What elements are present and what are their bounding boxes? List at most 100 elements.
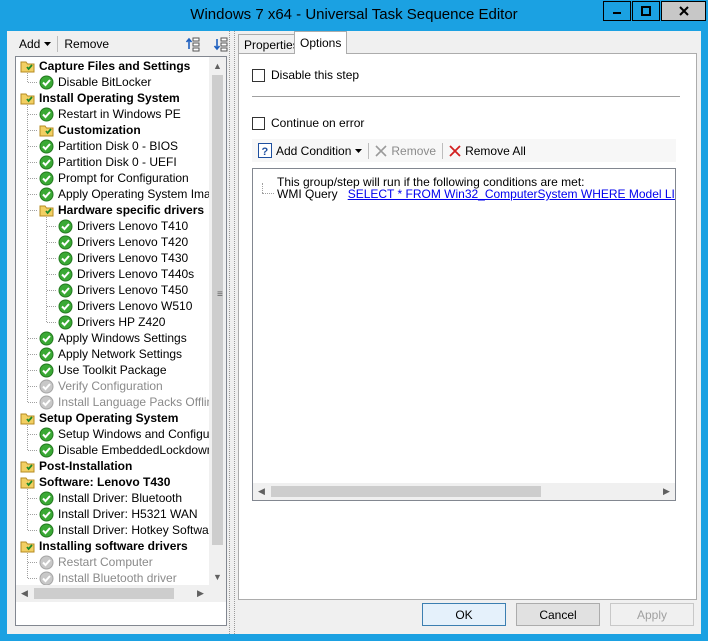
tree-step-item[interactable]: Restart Computer: [39, 554, 153, 570]
tree-step-item[interactable]: Drivers Lenovo T410: [58, 218, 188, 234]
tree-step-item[interactable]: Apply Windows Settings: [39, 330, 187, 346]
success-check-icon: [39, 427, 54, 441]
cancel-button[interactable]: Cancel: [516, 603, 600, 626]
condition-query-link[interactable]: SELECT * FROM Win32_ComputerSystem WHERE…: [348, 187, 675, 201]
tree-group-item[interactable]: Post-Installation: [20, 458, 132, 474]
tab-options-label: Options: [300, 36, 342, 50]
disable-step-checkbox[interactable]: Disable this step: [252, 68, 359, 82]
tree-item-label: Drivers Lenovo T450: [77, 283, 189, 297]
tree-step-item[interactable]: Install Language Packs Offline: [39, 394, 212, 410]
tree-vertical-scroll-thumb[interactable]: [212, 75, 223, 545]
tree-item-label: Post-Installation: [39, 459, 133, 473]
remove-all-label: Remove All: [465, 143, 526, 158]
condition-row[interactable]: WMI Query SELECT * FROM Win32_ComputerSy…: [277, 187, 675, 201]
tree-vertical-scrollbar[interactable]: ▲ ▼: [209, 57, 226, 585]
pane-splitter[interactable]: [229, 31, 235, 634]
tree-step-item[interactable]: Use Toolkit Package: [39, 362, 167, 378]
tree-connector: [27, 73, 28, 82]
minimize-button[interactable]: [603, 1, 631, 21]
task-sequence-tree[interactable]: Capture Files and Settings Disable BitLoc…: [15, 56, 227, 626]
tree-step-item[interactable]: Install Bluetooth driver: [39, 570, 177, 585]
success-check-icon: [39, 443, 54, 457]
tree-step-item[interactable]: Verify Configuration: [39, 378, 163, 394]
continue-on-error-checkbox[interactable]: Continue on error: [252, 116, 364, 130]
maximize-button[interactable]: [632, 1, 660, 21]
options-tab-panel: Disable this step Continue on error ? Ad…: [238, 53, 697, 600]
remove-button[interactable]: Remove: [58, 37, 115, 51]
tree-step-item[interactable]: Drivers Lenovo T450: [58, 282, 188, 298]
scroll-right-icon[interactable]: ▶: [192, 585, 209, 602]
scroll-up-icon[interactable]: ▲: [209, 57, 226, 74]
tree-group-item[interactable]: Install Operating System: [20, 90, 180, 106]
folder-icon: [20, 541, 35, 552]
remove-all-conditions-button[interactable]: Remove All: [443, 144, 532, 158]
tree-connector: [47, 242, 56, 243]
scroll-left-icon[interactable]: ◀: [16, 585, 33, 602]
tree-step-item[interactable]: Drivers Lenovo T420: [58, 234, 188, 250]
tree-group-item[interactable]: Software: Lenovo T430: [20, 474, 170, 490]
tree-group-item[interactable]: Capture Files and Settings: [20, 58, 190, 74]
success-check-icon: [58, 315, 73, 329]
add-menu-button[interactable]: Add: [13, 37, 57, 51]
tree-step-item[interactable]: Disable BitLocker: [39, 74, 151, 90]
tree-step-item[interactable]: Install Driver: Hotkey Software: [39, 522, 212, 538]
tree-horizontal-scroll-thumb[interactable]: [34, 588, 174, 599]
tree-connector: [47, 290, 56, 291]
checkbox-box[interactable]: [252, 68, 265, 82]
dialog-client-area: Add Remove Capture Files and Settings Di…: [7, 31, 701, 634]
scroll-down-icon[interactable]: ▼: [209, 568, 226, 585]
close-button[interactable]: [661, 1, 706, 21]
splitter-grip-icon[interactable]: ≡: [217, 289, 223, 300]
tree-step-item[interactable]: Partition Disk 0 - BIOS: [39, 138, 178, 154]
tree-connector: [28, 450, 37, 451]
tree-step-item[interactable]: Drivers HP Z420: [58, 314, 165, 330]
success-check-icon: [39, 155, 54, 169]
tree-item-label: Restart in Windows PE: [58, 107, 181, 121]
success-check-icon: [58, 251, 73, 265]
tab-options[interactable]: Options: [294, 31, 348, 54]
success-check-icon: [39, 523, 54, 537]
tree-step-item[interactable]: Apply Operating System Image: [39, 186, 212, 202]
tree-connector: [28, 178, 37, 179]
tree-group-item[interactable]: Installing software drivers: [20, 538, 188, 554]
conditions-horizontal-scrollbar[interactable]: ◀ ▶: [253, 483, 675, 500]
tree-connector: [28, 434, 37, 435]
tree-step-item[interactable]: Restart in Windows PE: [39, 106, 181, 122]
tree-item-label: Install Driver: Bluetooth: [58, 491, 183, 505]
tree-step-item[interactable]: Setup Windows and Configuration: [39, 426, 212, 442]
add-condition-button[interactable]: ? Add Condition: [252, 143, 368, 158]
dropdown-arrow-icon: [44, 42, 52, 46]
tree-step-item[interactable]: Disable EmbeddedLockdown Manager: [39, 442, 212, 458]
apply-button[interactable]: Apply: [610, 603, 694, 626]
tree-step-item[interactable]: Drivers Lenovo T430: [58, 250, 188, 266]
tree-step-item[interactable]: Partition Disk 0 - UEFI: [39, 154, 177, 170]
tree-item-label: Install Driver: H5321 WAN: [58, 507, 198, 521]
ok-button[interactable]: OK: [422, 603, 506, 626]
scroll-right-icon[interactable]: ▶: [658, 483, 675, 500]
tree-item-label: Customization: [58, 123, 141, 137]
tree-step-item[interactable]: Install Driver: H5321 WAN: [39, 506, 198, 522]
tree-connector: [27, 105, 28, 402]
move-up-button[interactable]: [179, 36, 207, 52]
tree-step-item[interactable]: Apply Network Settings: [39, 346, 182, 362]
checkbox-box[interactable]: [252, 116, 265, 130]
success-check-icon: [39, 75, 54, 89]
tree-step-item[interactable]: Install Driver: Bluetooth: [39, 490, 182, 506]
tree-step-item[interactable]: Prompt for Configuration: [39, 170, 189, 186]
tree-connector: [46, 217, 47, 322]
conditions-list[interactable]: This group/step will run if the followin…: [252, 168, 676, 501]
tree-horizontal-scrollbar[interactable]: ◀ ▶: [16, 585, 226, 602]
tree-step-item[interactable]: Drivers Lenovo W510: [58, 298, 192, 314]
tree-connector: [262, 183, 263, 193]
tree-step-item[interactable]: Drivers Lenovo T440s: [58, 266, 194, 282]
tree-item-label: Disable EmbeddedLockdown Manager: [58, 443, 212, 457]
cancel-button-label: Cancel: [539, 607, 577, 622]
conditions-scroll-thumb[interactable]: [271, 486, 541, 497]
title-bar[interactable]: Windows 7 x64 - Universal Task Sequence …: [0, 0, 708, 31]
tree-group-item[interactable]: Customization: [39, 122, 141, 138]
scroll-left-icon[interactable]: ◀: [253, 483, 270, 500]
tree-item-label: Drivers HP Z420: [77, 315, 166, 329]
remove-condition-button[interactable]: Remove: [369, 144, 442, 158]
tree-group-item[interactable]: Hardware specific drivers: [39, 202, 204, 218]
tree-group-item[interactable]: Setup Operating System: [20, 410, 178, 426]
